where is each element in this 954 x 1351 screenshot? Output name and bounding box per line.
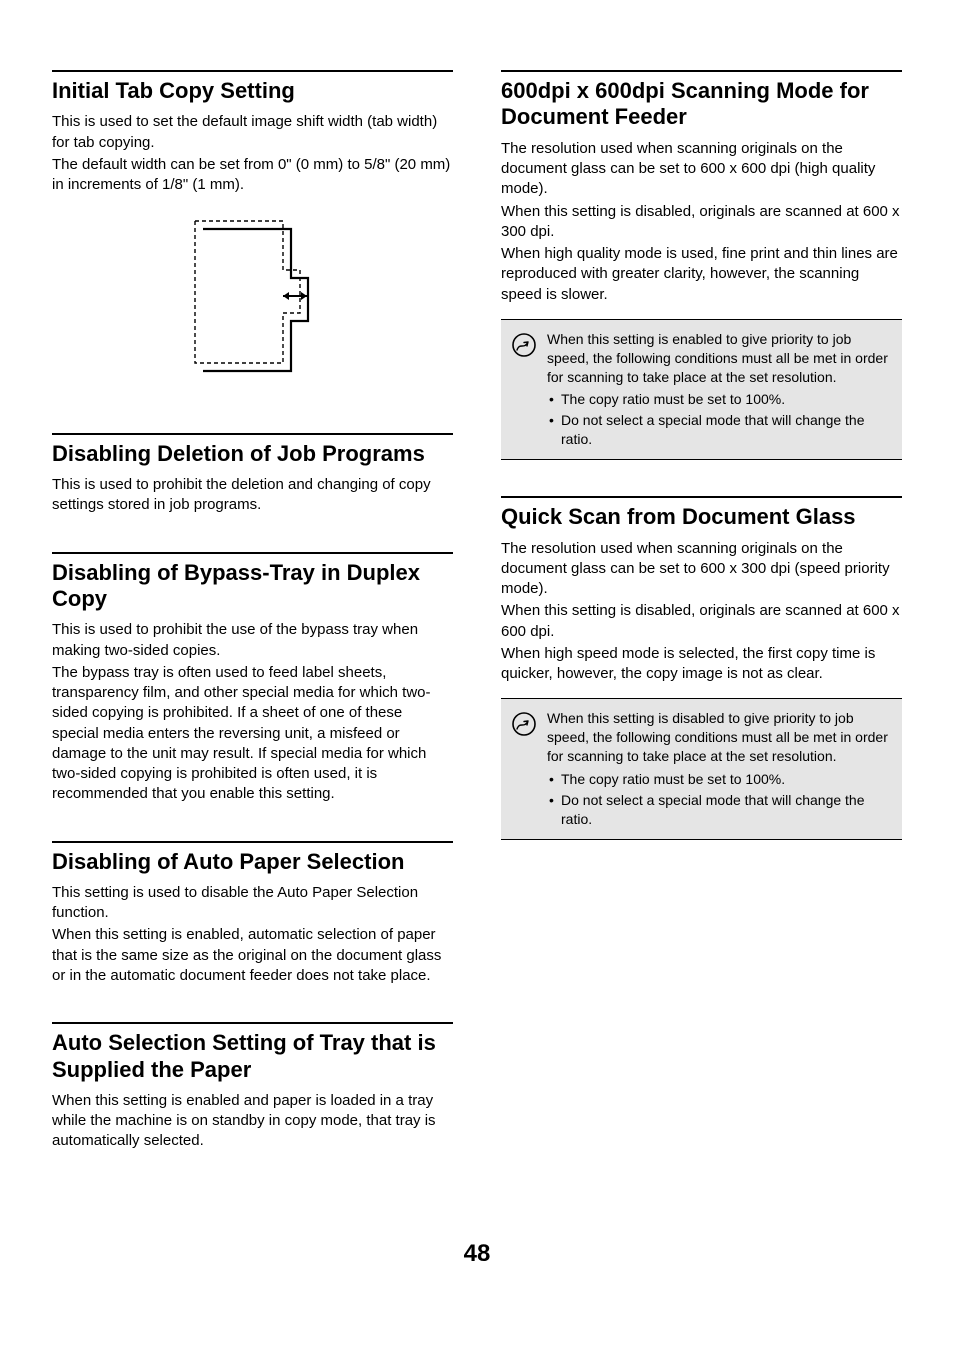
section-title: Quick Scan from Document Glass [501,504,902,530]
section-body: This is used to prohibit the deletion an… [52,475,453,516]
note-content: When this setting is enabled to give pri… [547,330,892,449]
section-initial-tab-copy: Initial Tab Copy Setting This is used to… [52,70,453,397]
section-rule [501,496,902,498]
bullet: Do not select a special mode that will c… [547,411,892,449]
section-quick-scan: Quick Scan from Document Glass The resol… [501,496,902,839]
note-icon [511,711,537,742]
section-title: Disabling Deletion of Job Programs [52,441,453,467]
paragraph: This is used to prohibit the use of the … [52,620,453,661]
paragraph: When high speed mode is selected, the fi… [501,644,902,685]
section-body: This is used to prohibit the use of the … [52,620,453,804]
section-body: This is used to set the default image sh… [52,112,453,195]
tab-diagram-svg [173,213,333,378]
bullet: The copy ratio must be set to 100%. [547,770,892,789]
paragraph: The bypass tray is often used to feed la… [52,663,453,805]
bullet: Do not select a special mode that will c… [547,791,892,829]
note-box: When this setting is enabled to give pri… [501,319,902,460]
note-icon [511,332,537,363]
paragraph: This is used to set the default image sh… [52,112,453,153]
section-title: Initial Tab Copy Setting [52,78,453,104]
section-rule [52,433,453,435]
section-disable-deletion: Disabling Deletion of Job Programs This … [52,433,453,516]
section-title: 600dpi x 600dpi Scanning Mode for Docume… [501,78,902,131]
bullet: The copy ratio must be set to 100%. [547,390,892,409]
paragraph: The resolution used when scanning origin… [501,139,902,200]
section-body: When this setting is enabled and paper i… [52,1091,453,1152]
paragraph: When this setting is disabled, originals… [501,202,902,243]
two-column-layout: Initial Tab Copy Setting This is used to… [52,70,902,1188]
section-body: This setting is used to disable the Auto… [52,883,453,986]
paragraph: When this setting is enabled and paper i… [52,1091,453,1152]
section-600dpi-scan: 600dpi x 600dpi Scanning Mode for Docume… [501,70,902,460]
paragraph: The resolution used when scanning origin… [501,539,902,600]
paragraph: When high quality mode is used, fine pri… [501,244,902,305]
paragraph: The default width can be set from 0" (0 … [52,155,453,196]
section-title: Disabling of Bypass-Tray in Duplex Copy [52,560,453,613]
section-body: The resolution used when scanning origin… [501,139,902,305]
note-content: When this setting is disabled to give pr… [547,709,892,828]
section-disable-auto-paper: Disabling of Auto Paper Selection This s… [52,841,453,987]
section-title: Auto Selection Setting of Tray that is S… [52,1030,453,1083]
section-auto-selection-tray: Auto Selection Setting of Tray that is S… [52,1022,453,1152]
note-lead: When this setting is enabled to give pri… [547,330,892,387]
paragraph: When this setting is disabled, originals… [501,601,902,642]
right-column: 600dpi x 600dpi Scanning Mode for Docume… [501,70,902,1188]
section-body: The resolution used when scanning origin… [501,539,902,685]
section-rule [52,841,453,843]
note-bullets: The copy ratio must be set to 100%. Do n… [547,390,892,449]
note-bullets: The copy ratio must be set to 100%. Do n… [547,770,892,829]
section-title: Disabling of Auto Paper Selection [52,849,453,875]
section-rule [52,1022,453,1024]
note-lead: When this setting is disabled to give pr… [547,709,892,766]
note-box: When this setting is disabled to give pr… [501,698,902,839]
section-disable-bypass-tray: Disabling of Bypass-Tray in Duplex Copy … [52,552,453,805]
paragraph: This setting is used to disable the Auto… [52,883,453,924]
paragraph: When this setting is enabled, automatic … [52,925,453,986]
section-rule [52,70,453,72]
section-rule [52,552,453,554]
section-rule [501,70,902,72]
left-column: Initial Tab Copy Setting This is used to… [52,70,453,1188]
tab-copy-diagram [52,197,453,396]
page-number: 48 [52,1238,902,1270]
paragraph: This is used to prohibit the deletion an… [52,475,453,516]
